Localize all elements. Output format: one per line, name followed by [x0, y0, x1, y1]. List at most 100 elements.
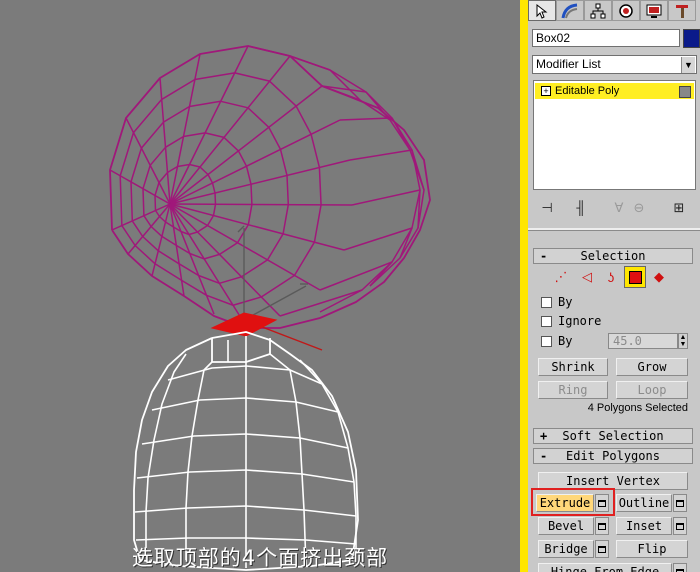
- modifier-toggle-icon[interactable]: [679, 86, 691, 98]
- head-back-rung-1: [289, 55, 331, 71]
- motion-icon: [619, 3, 633, 18]
- head-back-rung-5: [351, 189, 421, 206]
- by-vertex-label: By: [558, 295, 573, 309]
- modify-icon: [561, 3, 578, 18]
- panel-divider: [528, 228, 700, 231]
- soft-selection-title: Soft Selection: [562, 429, 664, 443]
- viewport[interactable]: 选取顶部的4个面挤出颈部: [0, 0, 520, 572]
- head-spoke-15: [169, 203, 215, 315]
- pin-stack-icon[interactable]: ⊣: [536, 198, 558, 218]
- show-end-result-icon[interactable]: ╢: [570, 198, 592, 218]
- body-ring-2: [141, 433, 349, 449]
- head-spoke-6: [169, 55, 291, 205]
- modifier-list-dropdown[interactable]: Modifier List ▼: [532, 55, 697, 74]
- bridge-button[interactable]: Bridge: [538, 540, 594, 558]
- body-ring-1: [151, 397, 339, 413]
- selection-rollout-header[interactable]: - Selection: [533, 248, 693, 264]
- angle-input[interactable]: 45.0: [608, 333, 678, 349]
- command-panel: Box02 Modifier List ▼ + Editable Poly ⊣ …: [528, 0, 700, 572]
- configure-modifier-sets-icon[interactable]: ⊞: [668, 198, 690, 218]
- hinge-from-edge-button[interactable]: Hinge From Edge: [538, 563, 672, 572]
- collapse-sign: -: [540, 249, 548, 263]
- create-icon: [536, 3, 548, 19]
- inset-button[interactable]: Inset: [616, 517, 672, 535]
- head-back-rung2-0: [289, 55, 323, 87]
- outline-settings-icon[interactable]: [673, 494, 687, 512]
- by-angle-checkbox-row[interactable]: By: [541, 333, 572, 349]
- body-col-3: [269, 353, 307, 567]
- head-ring-1: [142, 132, 253, 260]
- hinge-settings-icon[interactable]: [673, 563, 687, 572]
- selection-rollout-title: Selection: [580, 249, 646, 263]
- head-spoke-12: [169, 203, 321, 291]
- head-spoke-7: [169, 85, 323, 205]
- ignore-backfacing-label: Ignore: [558, 314, 602, 328]
- head-ring-2: [130, 100, 290, 285]
- remove-modifier-icon[interactable]: ⊖: [628, 198, 650, 218]
- body-col-0: [145, 353, 187, 548]
- make-unique-icon[interactable]: ∀: [608, 198, 630, 218]
- create-tab[interactable]: [528, 0, 556, 21]
- bevel-button[interactable]: Bevel: [538, 517, 594, 535]
- display-icon: [646, 4, 662, 18]
- inset-settings-icon[interactable]: [673, 517, 687, 535]
- object-name-field[interactable]: Box02: [532, 29, 680, 47]
- command-panel-tabs: [528, 0, 700, 22]
- body-neck-block: [211, 338, 271, 363]
- extrude-settings-icon[interactable]: [595, 494, 609, 512]
- extrude-button[interactable]: Extrude: [536, 494, 594, 512]
- ignore-backfacing-checkbox[interactable]: [541, 315, 552, 327]
- head-spoke-8: [169, 119, 341, 205]
- chevron-down-icon: ▼: [681, 57, 695, 73]
- stack-item-editable-poly[interactable]: + Editable Poly: [535, 83, 694, 99]
- bridge-settings-icon[interactable]: [595, 540, 609, 558]
- by-angle-label: By: [558, 334, 573, 348]
- modify-tab[interactable]: [556, 0, 584, 21]
- body-col-1: [185, 361, 213, 560]
- by-vertex-checkbox[interactable]: [541, 296, 552, 308]
- active-viewport-border: [520, 0, 528, 572]
- ignore-backfacing-checkbox-row[interactable]: Ignore: [541, 313, 601, 329]
- by-angle-checkbox[interactable]: [541, 335, 552, 347]
- soft-selection-rollout-header[interactable]: + Soft Selection: [533, 428, 693, 444]
- stack-item-label: Editable Poly: [555, 85, 620, 97]
- insert-vertex-button[interactable]: Insert Vertex: [538, 472, 688, 490]
- shrink-button[interactable]: Shrink: [538, 358, 608, 376]
- vertex-icon[interactable]: ⋰: [550, 266, 572, 288]
- motion-tab[interactable]: [612, 0, 640, 21]
- loop-button[interactable]: Loop: [616, 381, 688, 399]
- display-tab[interactable]: [640, 0, 668, 21]
- flip-button[interactable]: Flip: [616, 540, 688, 558]
- hierarchy-icon: [590, 3, 606, 18]
- grow-button[interactable]: Grow: [616, 358, 688, 376]
- modifier-stack: + Editable Poly: [533, 80, 696, 190]
- border-icon[interactable]: ʖ: [600, 266, 622, 288]
- head-back-rung-3: [339, 117, 393, 121]
- hierarchy-tab[interactable]: [584, 0, 612, 21]
- object-color-swatch[interactable]: [683, 29, 700, 48]
- head-spoke-10: [169, 203, 353, 206]
- head-back-line-2: [321, 85, 425, 287]
- bevel-settings-icon[interactable]: [595, 517, 609, 535]
- utilities-tab[interactable]: [668, 0, 696, 21]
- element-icon[interactable]: ◆: [648, 266, 670, 288]
- by-vertex-checkbox-row[interactable]: By: [541, 294, 572, 310]
- subobject-level-icons: ⋰ ◁ ʖ ◆: [550, 266, 700, 290]
- polygon-icon[interactable]: [624, 266, 646, 288]
- head-spoke-16: [169, 203, 185, 297]
- angle-spinner[interactable]: ▲ ▼: [678, 333, 688, 349]
- collapse-sign: -: [540, 449, 548, 463]
- head-back-rung-4: [349, 149, 413, 161]
- caption-subtitle: 选取顶部的4个面挤出颈部: [131, 546, 389, 570]
- head-spoke-11: [169, 203, 345, 251]
- edit-polygons-title: Edit Polygons: [566, 449, 660, 463]
- ring-button[interactable]: Ring: [538, 381, 608, 399]
- edit-polygons-rollout-header[interactable]: - Edit Polygons: [533, 448, 693, 464]
- outline-button[interactable]: Outline: [616, 494, 672, 512]
- head-spoke-4: [169, 53, 201, 205]
- edge-icon[interactable]: ◁: [576, 266, 598, 288]
- expand-icon[interactable]: +: [541, 86, 551, 96]
- head-spoke-13: [169, 203, 281, 317]
- body-ring-0: [167, 365, 323, 385]
- head-spoke-5: [169, 45, 249, 205]
